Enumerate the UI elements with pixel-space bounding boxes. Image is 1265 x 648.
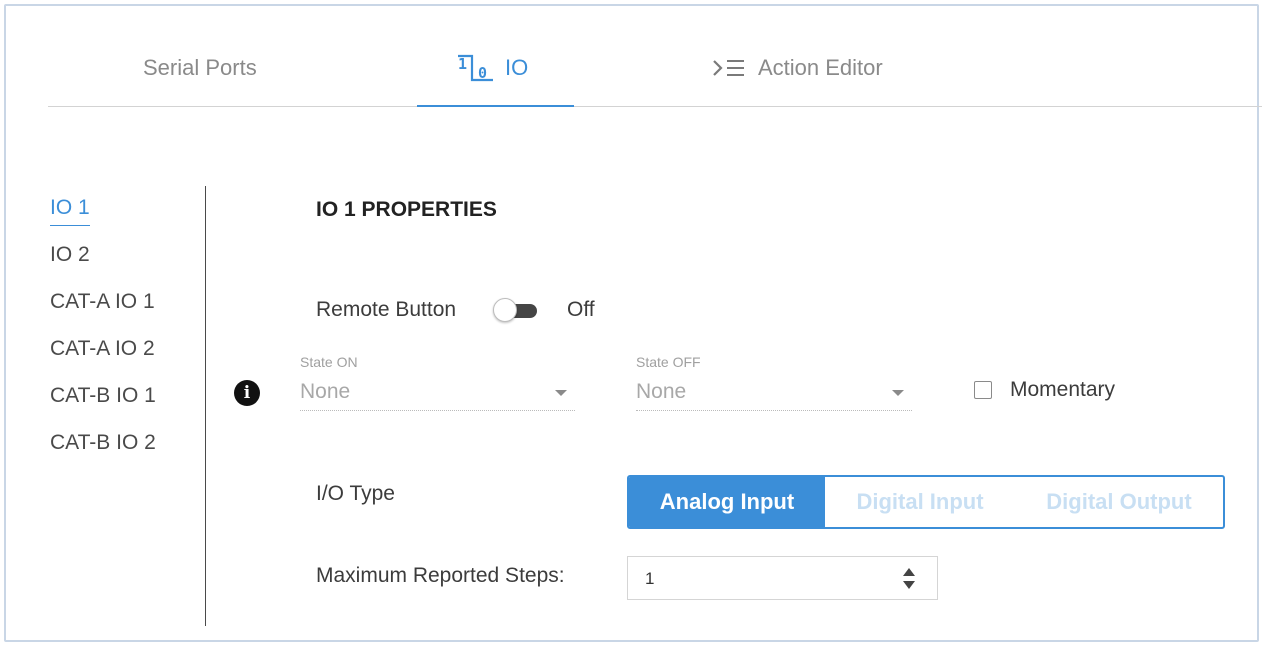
stepper-arrows-icon[interactable] — [903, 568, 915, 590]
app-frame — [4, 4, 1259, 642]
tab-label: IO — [505, 55, 529, 80]
state-off-select[interactable]: None — [636, 376, 912, 411]
sidebar-item-cat-b-io-2[interactable]: CAT-B IO 2 — [50, 431, 156, 455]
action-editor-icon — [713, 60, 744, 76]
chevron-down-icon — [892, 390, 904, 396]
chevron-down-icon[interactable] — [903, 581, 915, 589]
tab-divider — [48, 106, 1262, 107]
remote-button-label: Remote Button — [316, 298, 457, 321]
max-steps-label: Maximum Reported Steps: — [316, 564, 565, 587]
momentary-checkbox[interactable] — [974, 381, 992, 399]
io-type-digital-input[interactable]: Digital Input — [825, 477, 1015, 527]
sidebar-item-cat-a-io-2[interactable]: CAT-A IO 2 — [50, 337, 155, 361]
toggle-knob — [493, 298, 517, 322]
sidebar-item-io-2[interactable]: IO 2 — [50, 243, 90, 267]
io-type-analog-input[interactable]: Analog Input — [629, 477, 825, 527]
sidebar-item-cat-b-io-1[interactable]: CAT-B IO 1 — [50, 384, 156, 408]
sidebar-item-cat-a-io-1[interactable]: CAT-A IO 1 — [50, 290, 155, 314]
tab-serial-ports[interactable]: Serial Ports — [143, 48, 257, 88]
io-type-label: I/O Type — [316, 482, 395, 505]
momentary-label: Momentary — [1010, 378, 1116, 401]
remote-button-state: Off — [567, 298, 595, 321]
tab-label: Action Editor — [758, 55, 883, 80]
active-tab-indicator — [417, 105, 574, 107]
tab-action-editor[interactable]: Action Editor — [712, 48, 883, 88]
tab-label: Serial Ports — [143, 55, 257, 80]
info-icon[interactable]: i — [234, 380, 260, 406]
remote-button-toggle[interactable] — [493, 298, 539, 322]
chevron-down-icon — [555, 390, 567, 396]
io-type-selector: Analog Input Digital Input Digital Outpu… — [627, 475, 1225, 529]
state-on-value: None — [300, 380, 351, 403]
state-off-label: State OFF — [636, 354, 701, 370]
state-on-select[interactable]: None — [300, 376, 575, 411]
state-off-value: None — [636, 380, 687, 403]
state-on-label: State ON — [300, 354, 358, 370]
io-icon: 1 0 — [458, 54, 493, 82]
io-type-digital-output[interactable]: Digital Output — [1015, 477, 1223, 527]
page-title: IO 1 PROPERTIES — [316, 198, 497, 221]
svg-text:1: 1 — [458, 55, 467, 73]
chevron-up-icon[interactable] — [903, 568, 915, 576]
max-steps-value: 1 — [645, 569, 655, 588]
sidebar-divider — [205, 186, 206, 626]
max-steps-stepper[interactable]: 1 — [627, 556, 938, 600]
sidebar-item-io-1[interactable]: IO 1 — [50, 196, 90, 226]
tab-io[interactable]: 1 0 IO — [457, 48, 528, 88]
